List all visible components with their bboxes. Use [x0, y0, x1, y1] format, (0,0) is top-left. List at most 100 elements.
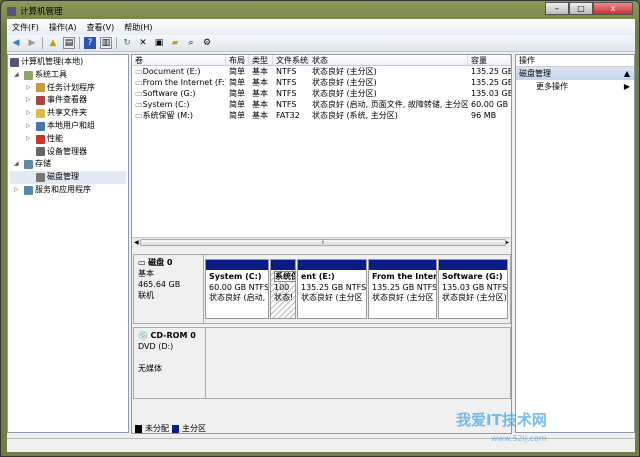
expander-icon[interactable]: ◢	[14, 158, 22, 171]
column-header[interactable]: 状态	[309, 55, 468, 65]
tree-node-icon	[36, 96, 45, 106]
partition[interactable]: System (C:) 60.00 GB NTFS 状态良好 (启动,	[205, 259, 269, 319]
tree-node-icon	[24, 70, 33, 80]
tree-item[interactable]: ▷ 性能	[10, 133, 126, 146]
tree-node-icon	[36, 147, 45, 157]
console-tree-icon[interactable]: ▤	[63, 37, 75, 49]
partition-bar	[206, 260, 268, 270]
collapse-icon[interactable]: ▲	[624, 67, 630, 80]
volume-name: System (C:)	[142, 100, 190, 109]
maximize-button[interactable]: □	[569, 2, 593, 15]
properties-icon[interactable]: ▣	[153, 37, 165, 49]
expander-icon[interactable]: ▷	[26, 107, 34, 120]
expander-icon[interactable]: ▷	[26, 120, 34, 133]
table-row[interactable]: ▭Document (E:) 简单 基本 NTFS 状态良好 (主分区) 135.25 G…	[132, 66, 511, 77]
action-more[interactable]: 更多操作 ▶	[516, 80, 634, 93]
table-cell: 基本	[252, 67, 268, 76]
tree-item[interactable]: ◢ 存储	[10, 158, 126, 171]
tree-label: 磁盘管理	[47, 172, 79, 182]
actions-section[interactable]: 磁盘管理 ▲	[516, 67, 634, 80]
show-hide-icon[interactable]: ▥	[100, 37, 112, 49]
delete-icon[interactable]: ✕	[137, 37, 149, 49]
column-header[interactable]: 卷	[132, 55, 226, 65]
computer-management-icon	[7, 6, 16, 16]
table-row[interactable]: ▭Software (G:) 简单 基本 NTFS 状态良好 (主分区) 135.03 G…	[132, 88, 511, 99]
tree-item[interactable]: ▷ 本地用户和组	[10, 120, 126, 133]
settings-icon[interactable]: ⚙	[201, 37, 213, 49]
tree-item[interactable]: 设备管理器	[10, 146, 126, 159]
table-row[interactable]: ▭系统保留 (M:) 简单 基本 FAT32 状态良好 (系统, 主分区) 96 MB	[132, 110, 511, 121]
disk-0-label[interactable]: ▭ 磁盘 0 基本 465.64 GB 联机	[133, 254, 204, 324]
disk-size: 465.64 GB	[138, 280, 181, 289]
table-row[interactable]: ▭From the Internet (F:) 简单 基本 NTFS 状态良好 (主分区…	[132, 77, 511, 88]
title-bar: 计算机管理	[7, 4, 63, 18]
tree-node-icon	[24, 185, 33, 195]
tree-label: 事件查看器	[47, 95, 87, 105]
help-icon[interactable]: ?	[84, 37, 96, 49]
tree-label: 存储	[35, 159, 51, 169]
table-cell: 基本	[252, 111, 268, 120]
table-row[interactable]: ▭System (C:) 简单 基本 NTFS 状态良好 (启动, 页面文件, 故障转储…	[132, 99, 511, 110]
computer-icon	[10, 57, 19, 67]
expander-icon[interactable]: ▷	[26, 94, 34, 107]
scroll-left-icon[interactable]: ◀	[134, 239, 139, 246]
table-cell: ▭Document (E:)	[132, 66, 226, 77]
partition-size: 135.25 GB NTFS	[301, 282, 366, 292]
column-header[interactable]: 类型	[249, 55, 273, 65]
table-cell: 简单	[229, 100, 245, 109]
tree-root[interactable]: 计算机管理(本地)	[10, 56, 126, 69]
tree-item[interactable]: ▷ 服务和应用程序	[10, 184, 126, 197]
column-header[interactable]: 布局	[226, 55, 249, 65]
menu-help[interactable]: 帮助(H)	[119, 22, 157, 33]
back-icon[interactable]: ◀	[10, 37, 22, 49]
table-cell: 简单	[229, 111, 245, 120]
partition-bar	[271, 260, 295, 270]
volume-name: Software (G:)	[142, 89, 196, 98]
tree-item[interactable]: ▷ 事件查看器	[10, 94, 126, 107]
refresh-icon[interactable]: ↻	[121, 37, 133, 49]
expander-icon[interactable]: ▷	[26, 82, 34, 95]
partition[interactable]: ent (E:) 135.25 GB NTFS 状态良好 (主分区	[297, 259, 367, 319]
close-button[interactable]: x	[593, 2, 633, 15]
partition[interactable]: From the Interr 135.25 GB NTFS 状态良好 (主分区	[368, 259, 437, 319]
tree-item[interactable]: ◢ 系统工具	[10, 69, 126, 82]
window: 计算机管理 – □ x 文件(F) 操作(A) 查看(V) 帮助(H) ◀ ▶ …	[0, 0, 640, 457]
legend-label: 未分配	[145, 424, 169, 433]
column-header[interactable]: 文件系统	[273, 55, 309, 65]
search-icon[interactable]: ⌕	[185, 37, 197, 49]
partition[interactable]: Software (G:) 135.03 GB NTFS 状态良好 (主分区)	[438, 259, 508, 319]
expander-icon[interactable]: ◢	[14, 69, 22, 82]
volume-icon: ▭	[135, 111, 143, 120]
disk-type: 基本	[138, 269, 154, 278]
up-folder-icon[interactable]: ▲	[47, 37, 59, 49]
section-label: 磁盘管理	[519, 69, 551, 78]
toolbar-separator	[42, 37, 43, 49]
scrollbar-thumb[interactable]: ⁞	[140, 239, 506, 246]
tree-label: 服务和应用程序	[35, 184, 91, 194]
column-header[interactable]: 容量	[468, 55, 511, 65]
tree-item[interactable]: 磁盘管理	[10, 171, 126, 184]
forward-icon[interactable]: ▶	[26, 37, 38, 49]
tree-item[interactable]: ▷ 共享文件夹	[10, 107, 126, 120]
open-icon[interactable]: ▰	[169, 37, 181, 49]
legend-swatch-primary	[172, 424, 179, 433]
menu-view[interactable]: 查看(V)	[82, 22, 120, 33]
cdrom-0-label[interactable]: 💿 CD-ROM 0 DVD (D:) 无媒体	[133, 327, 206, 399]
tree-label: 设备管理器	[47, 146, 87, 156]
window-title: 计算机管理	[20, 7, 63, 17]
menu-file[interactable]: 文件(F)	[7, 22, 44, 33]
tree-item[interactable]: ▷ 任务计划程序	[10, 82, 126, 95]
expander-icon[interactable]: ▷	[14, 184, 22, 197]
partition-status: 状态良好 (主分区	[301, 293, 363, 302]
expander-icon[interactable]: ▷	[26, 133, 34, 146]
actions-header: 操作	[516, 55, 634, 67]
table-cell: 基本	[252, 100, 268, 109]
table-cell: NTFS	[276, 78, 297, 87]
table-cell: NTFS	[276, 100, 297, 109]
partition[interactable]: 系统保留 (M:)100状态!	[270, 259, 296, 319]
minimize-button[interactable]: –	[545, 2, 569, 15]
menu-action[interactable]: 操作(A)	[44, 22, 82, 33]
volume-name: Document (E:)	[142, 67, 201, 76]
horizontal-scrollbar[interactable]: ◀ ⁞ ▶	[132, 237, 511, 247]
toolbar: ◀ ▶ ▲ ▤ ? ▥ ↻ ✕ ▣ ▰ ⌕ ⚙	[7, 35, 635, 52]
